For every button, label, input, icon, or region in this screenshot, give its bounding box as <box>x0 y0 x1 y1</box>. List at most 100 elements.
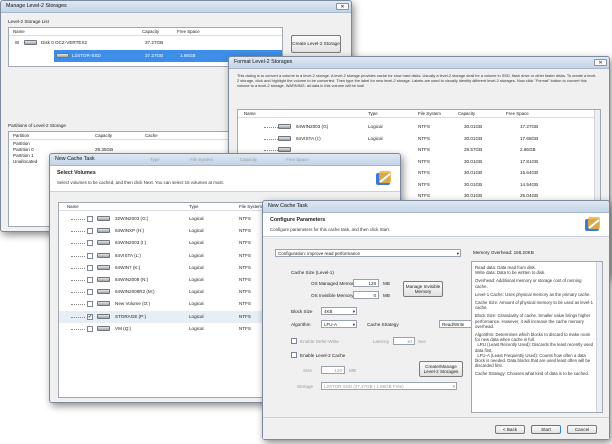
volume-checkbox[interactable] <box>87 252 93 259</box>
tree-line <box>71 243 85 245</box>
volume-fs: NTFS <box>239 277 251 282</box>
help-paragraph: Cache Size: Amount of physical memory to… <box>475 300 595 311</box>
l2-cache-checkbox[interactable] <box>291 352 297 358</box>
ghost-col: File System <box>190 157 213 162</box>
cache-strategy-select[interactable]: Read/Write <box>439 320 475 328</box>
volume-capacity: 29.57GB <box>464 147 483 152</box>
table-row[interactable]: 64VISTA (I:) Logical NTFS 30.01GB 17.68GB <box>238 133 600 145</box>
drive-icon <box>97 277 110 282</box>
volume-capacity: 30.01GB <box>464 158 483 164</box>
volume-checkbox[interactable] <box>87 325 93 332</box>
window-title: New Cache Task <box>55 156 95 162</box>
volume-type: Logical <box>189 216 204 221</box>
help-panel: Read data: Data read from disk. Write da… <box>471 261 603 413</box>
volume-fs: NTFS <box>239 228 251 234</box>
os-managed-input[interactable]: 128 <box>353 279 379 287</box>
size-input[interactable]: 120 <box>321 366 345 374</box>
expand-icon[interactable]: ⊟ <box>15 37 19 49</box>
tree-line <box>264 150 278 151</box>
volume-type: Logical <box>189 252 204 258</box>
col-type: Type <box>189 204 199 209</box>
volume-type: Logical <box>189 228 204 234</box>
tree-line <box>264 138 278 140</box>
algorithm-label: Algorithm <box>291 322 311 327</box>
tree-line <box>71 292 85 294</box>
volume-checkbox[interactable] <box>87 289 93 296</box>
volume-name: 64WIN2008 (N:) <box>115 277 149 282</box>
tree-line <box>71 267 85 269</box>
disk-capacity: 37.27GB <box>145 40 164 45</box>
col-partition: Partition <box>13 133 30 138</box>
drive-icon <box>97 313 110 319</box>
configure-titlebar: New Cache Task <box>263 201 609 213</box>
drive-icon <box>97 216 110 221</box>
volume-type: Logical <box>368 124 383 129</box>
create-manage-l2-button[interactable]: Create/Manage Level-2 Storages <box>419 361 463 377</box>
volume-name: 32WIN2003 (G:) <box>115 216 149 221</box>
create-l2-button[interactable]: Create Level-2 Storage <box>291 35 341 53</box>
window-title: Manage Level-2 Storages <box>6 3 67 9</box>
wizard-title: Configure Parameters <box>270 217 326 223</box>
help-paragraph: Level-1 Cache: Uses physical memory as t… <box>475 291 591 297</box>
volume-capacity: 30.01GB <box>464 170 483 175</box>
wizard-header: Configure Parameters Configure parameter… <box>263 213 609 237</box>
tree-line <box>71 304 85 306</box>
wizard-logo-icon <box>585 217 600 231</box>
scrollbar[interactable] <box>596 262 602 412</box>
algorithm-select[interactable]: LFU-A <box>321 320 357 328</box>
ghost-col: Type <box>150 157 160 162</box>
volume-type: Logical <box>368 135 383 141</box>
defer-write-checkbox[interactable] <box>291 338 297 344</box>
latency-input[interactable]: 10 <box>393 337 415 345</box>
window-title: Format Level-2 Storages <box>234 59 293 65</box>
os-invisible-label: OS Invisible Memory <box>311 293 354 298</box>
volume-name: 64WIN2003 (I:) <box>115 240 147 246</box>
volume-fs: NTFS <box>418 158 430 164</box>
close-icon[interactable]: ✕ <box>594 59 607 66</box>
tree-line <box>71 328 85 330</box>
volume-fs: NTFS <box>239 289 251 295</box>
table-row[interactable]: 64WIN2003 (G) Logical NTFS 30.01GB 17.27GB <box>238 121 600 133</box>
volume-type: Logical <box>189 313 204 319</box>
block-size-select[interactable]: 4KB <box>321 307 357 315</box>
os-managed-label: OS Managed Memory <box>311 281 356 286</box>
volume-name: 64VISTA (L:) <box>115 252 141 258</box>
start-button[interactable]: Start <box>531 425 561 434</box>
drive-icon <box>278 135 291 141</box>
storage-select[interactable]: L2STOR-SSD (37.27GB | 1.86GB Free) <box>321 382 457 390</box>
block-size-label: Block Size <box>291 309 313 314</box>
volume-fs: NTFS <box>239 325 251 331</box>
drive-icon <box>97 240 110 246</box>
disk-icon <box>24 40 37 45</box>
cell: Unallocated <box>13 159 38 164</box>
volume-checkbox[interactable] <box>87 277 93 283</box>
volume-checkbox[interactable] <box>87 301 93 308</box>
volume-capacity: 30.01GB <box>464 135 483 141</box>
ghost-col: Capacity <box>240 157 258 162</box>
volume-fs: NTFS <box>239 240 251 246</box>
volume-checkbox[interactable]: ✔ <box>87 313 93 320</box>
configure-params-window: New Cache Task Configure Parameters Conf… <box>262 200 610 440</box>
manage-invisible-memory-button[interactable]: Manage Invisible Memory <box>403 281 443 297</box>
drive-icon <box>278 147 291 152</box>
volume-checkbox[interactable] <box>87 240 93 247</box>
ghost-col: Free Space <box>286 157 309 162</box>
volume-checkbox[interactable] <box>87 264 93 271</box>
volume-fs: NTFS <box>239 216 251 221</box>
col-capacity: Capacity <box>458 111 476 116</box>
table-row[interactable]: ⊟ Disk 0 OCZ-VERTEX2 37.27GB <box>9 37 282 49</box>
tree-line <box>264 127 278 128</box>
cancel-button[interactable]: Cancel <box>567 425 597 434</box>
volume-checkbox[interactable] <box>87 228 93 235</box>
os-invisible-input[interactable]: 0 <box>353 291 379 299</box>
cache-strategy-label: Cache Strategy <box>367 322 399 327</box>
volume-fs: NTFS <box>239 301 251 307</box>
volume-free: 2.86GB <box>520 147 536 152</box>
col-cache: Cache <box>145 133 158 138</box>
close-icon[interactable]: ✕ <box>336 3 349 10</box>
volume-checkbox[interactable] <box>87 216 93 222</box>
unit-label: Sec <box>418 339 426 344</box>
back-button[interactable]: < Back <box>495 425 525 434</box>
configuration-select[interactable]: Configuration: improve read performance <box>275 249 461 257</box>
volume-free: 14.54GB <box>520 181 539 187</box>
